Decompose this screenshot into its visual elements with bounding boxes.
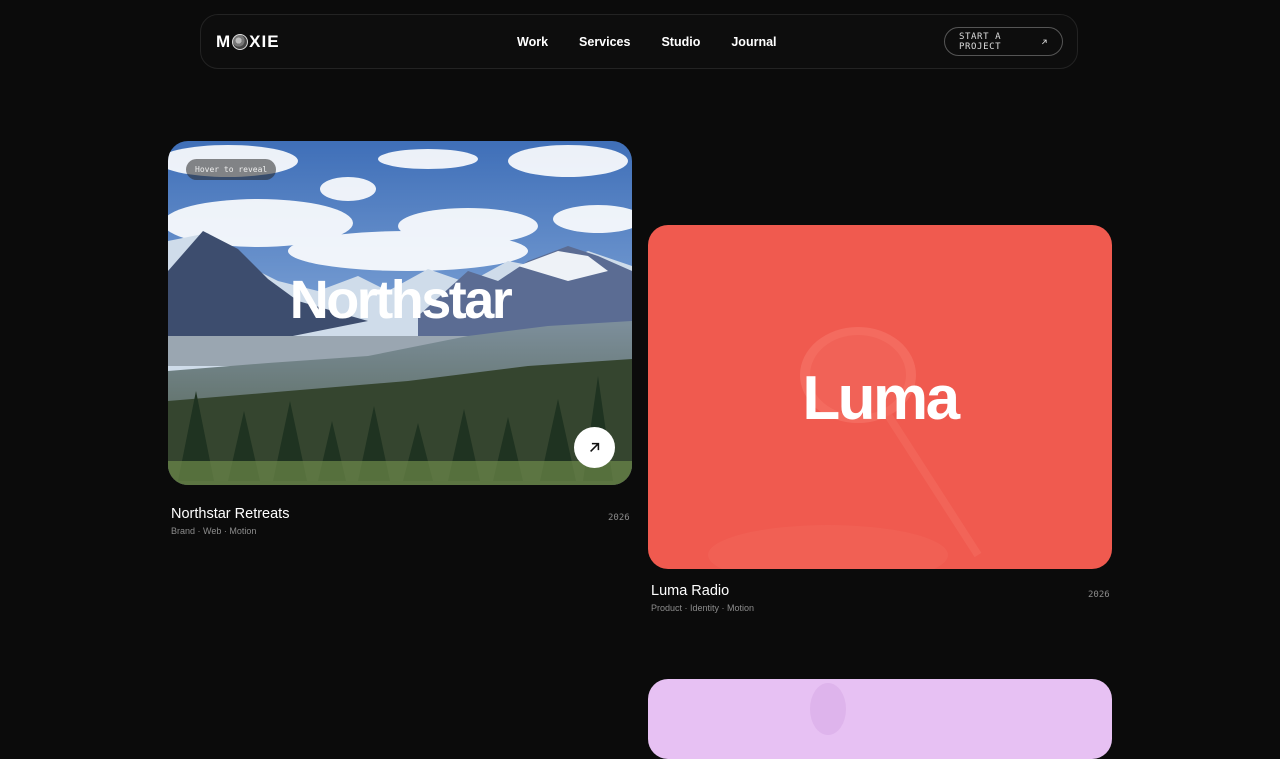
project-name-luma[interactable]: Luma Radio xyxy=(651,583,729,599)
project-tags-northstar: Brand · Web · Motion xyxy=(171,526,257,536)
top-navigation: M XIE Work Services Studio Journal START… xyxy=(200,14,1078,69)
start-project-label: START A PROJECT xyxy=(959,31,1002,52)
project-card-northstar[interactable]: Hover to reveal Northstar xyxy=(168,141,632,485)
globe-icon xyxy=(232,34,249,50)
project-thumbnail-image xyxy=(810,683,846,735)
project-year-luma: 2026 xyxy=(1088,590,1110,600)
logo-text-right: XIE xyxy=(249,32,280,51)
arrow-up-right-icon xyxy=(1042,39,1048,44)
hover-to-reveal-badge: Hover to reveal xyxy=(186,159,277,180)
project-card-luma[interactable]: Luma xyxy=(648,225,1112,569)
brand-logo[interactable]: M XIE xyxy=(216,32,280,51)
project-tags-luma: Product · Identity · Motion xyxy=(651,603,755,613)
project-card-third[interactable] xyxy=(648,679,1112,759)
logo-text-left: M xyxy=(216,32,232,51)
nav-link-journal[interactable]: Journal xyxy=(731,35,776,49)
project-name-northstar[interactable]: Northstar Retreats xyxy=(171,506,289,522)
card-title-northstar: Northstar xyxy=(289,270,513,330)
card-title-luma: Luma xyxy=(802,364,960,433)
project-year-northstar: 2026 xyxy=(608,513,630,523)
nav-link-work[interactable]: Work xyxy=(517,35,548,49)
nav-links: Work Services Studio Journal xyxy=(517,35,808,49)
arrow-up-right-icon xyxy=(590,442,600,452)
nav-link-services[interactable]: Services xyxy=(579,35,630,49)
nav-link-studio[interactable]: Studio xyxy=(661,35,700,49)
start-project-button[interactable]: START A PROJECT xyxy=(944,27,1063,56)
open-project-button[interactable] xyxy=(574,427,615,468)
